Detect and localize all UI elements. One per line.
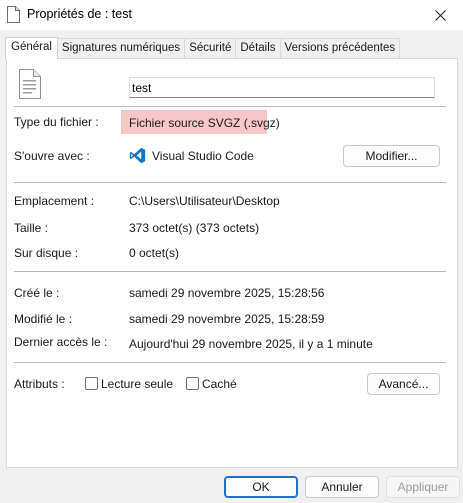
advanced-button[interactable]: Avancé... [367, 373, 440, 395]
cancel-button[interactable]: Annuler [305, 476, 379, 498]
apply-button[interactable]: Appliquer [386, 476, 460, 498]
hidden-label[interactable]: Caché [202, 377, 237, 391]
opens-with-label: S'ouvre avec : [14, 149, 90, 163]
created-value: samedi 29 novembre 2025, 15:28:56 [129, 286, 325, 300]
accessed-label: Dernier accès le : [14, 335, 108, 349]
separator [14, 271, 446, 272]
change-button[interactable]: Modifier... [343, 145, 440, 167]
size-value: 373 octet(s) (373 octets) [129, 221, 260, 235]
modified-value: samedi 29 novembre 2025, 15:28:59 [129, 312, 325, 326]
close-icon [434, 9, 446, 21]
tab-digital-signatures[interactable]: Signatures numériques [56, 38, 186, 58]
size-label: Taille : [14, 221, 49, 235]
attributes-label: Attributs : [14, 377, 65, 391]
ok-button[interactable]: OK [224, 476, 298, 498]
readonly-checkbox[interactable] [85, 377, 98, 390]
separator [14, 182, 446, 183]
tab-previous-versions[interactable]: Versions précédentes [279, 38, 401, 58]
close-button[interactable] [417, 0, 463, 30]
separator [14, 106, 446, 107]
tab-details[interactable]: Détails [235, 38, 281, 58]
created-label: Créé le : [14, 286, 60, 300]
general-panel: Type du fichier : Fichier source SVGZ (.… [6, 58, 458, 468]
file-type-label: Type du fichier : [14, 115, 99, 129]
hidden-checkbox[interactable] [186, 377, 199, 390]
location-value: C:\Users\Utilisateur\Desktop [129, 194, 280, 208]
disk-size-label: Sur disque : [14, 246, 79, 260]
tab-strip: Général Signatures numériques Sécurité D… [5, 37, 401, 59]
separator [14, 362, 446, 363]
readonly-label[interactable]: Lecture seule [101, 377, 173, 391]
file-type-value: Fichier source SVGZ (.svgz) [129, 116, 280, 130]
location-label: Emplacement : [14, 194, 95, 208]
modified-label: Modifié le : [14, 312, 73, 326]
opens-with-app: Visual Studio Code [152, 149, 254, 163]
window-title: Propriétés de : test [27, 7, 132, 21]
vscode-icon [129, 147, 146, 164]
tab-general[interactable]: Général [5, 37, 58, 59]
file-name-input[interactable] [129, 77, 435, 98]
file-icon [19, 69, 41, 99]
title-bar: Propriétés de : test [0, 0, 463, 30]
tab-security[interactable]: Sécurité [184, 38, 237, 58]
disk-size-value: 0 octet(s) [129, 246, 180, 260]
accessed-value: Aujourd'hui 29 novembre 2025, il y a 1 m… [129, 337, 373, 351]
document-icon [7, 6, 20, 23]
